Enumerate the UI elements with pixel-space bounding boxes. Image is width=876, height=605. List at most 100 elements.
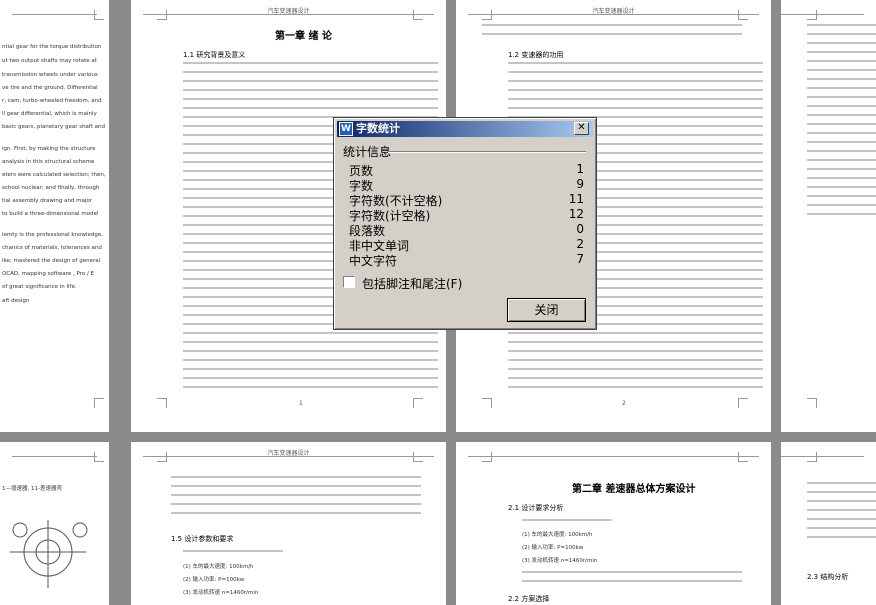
param-line: (3) 发动机转速 n=1460r/min — [183, 590, 259, 596]
abstract-line: ve tire and the ground. Differential — [2, 85, 98, 91]
header-rule — [12, 14, 97, 15]
stat-value: 0 — [576, 222, 584, 236]
margin-corner — [157, 10, 167, 20]
chapter-title: 第二章 差速器总体方案设计 — [572, 484, 696, 495]
page-number: 2 — [622, 400, 626, 407]
abstract-line: to build a three-dimensional model — [2, 211, 99, 217]
stat-value: 7 — [576, 252, 584, 266]
abstract-line: tial assembly drawing and major — [2, 198, 93, 204]
margin-corner — [482, 10, 492, 20]
stat-row-chars-with-spaces: 字符数(计空格) 12 — [349, 207, 584, 223]
abstract-line: lemty is the professional knowledge, — [2, 232, 103, 238]
abstract-line: aft design — [2, 298, 30, 304]
margin-corner — [413, 10, 423, 20]
paragraph-lines — [522, 571, 742, 589]
paragraph-lines — [807, 482, 876, 545]
margin-corner — [482, 452, 492, 462]
section-heading: 1.1 研究背景及意义 — [183, 51, 246, 59]
margin-corner — [738, 452, 748, 462]
margin-corner — [482, 398, 492, 408]
section-heading: 2.2 方案选择 — [508, 595, 550, 603]
section-heading: 2.3 结构分析 — [807, 573, 849, 581]
stat-row-words: 字数 9 — [349, 177, 584, 193]
stat-value: 2 — [576, 237, 584, 251]
param-line: (3) 发动机转速 n=1460r/min — [522, 558, 598, 564]
abstract-line: ntial gear for the torque distribution — [2, 44, 102, 50]
header-rule — [143, 14, 434, 15]
margin-corner — [738, 398, 748, 408]
word-count-dialog: W 字数统计 ✕ 统计信息 页数 1 字数 9 字符数(不计空格) 11 字符数… — [333, 117, 597, 330]
margin-corner — [807, 452, 817, 462]
close-button[interactable]: 关闭 — [507, 298, 586, 322]
include-footnotes-checkbox[interactable] — [343, 276, 355, 288]
stat-row-paragraphs: 段落数 0 — [349, 222, 584, 238]
abstract-line: eters were calculated selection; then, — [2, 172, 106, 178]
header-rule — [143, 456, 434, 457]
paragraph-lines — [522, 519, 612, 528]
close-icon[interactable]: ✕ — [574, 122, 589, 135]
margin-corner — [413, 398, 423, 408]
abstract-line: ut two output shafts may rotate at — [2, 58, 97, 64]
header-rule — [468, 456, 759, 457]
section-heading: 2.1 设计要求分析 — [508, 504, 564, 512]
param-line: (1) 车的最大速度: 100km/h — [183, 564, 254, 570]
paragraph-lines — [183, 550, 283, 559]
margin-corner — [413, 452, 423, 462]
word-app-icon: W — [339, 122, 353, 136]
section-heading: 1.5 设计参数和要求 — [171, 535, 234, 543]
abstract-line: ll gear differential, which is mainly — [2, 111, 97, 117]
group-divider — [388, 151, 586, 153]
document-page: 2.3 结构分析 — [781, 442, 876, 605]
document-page: ntial gear for the torque distribution u… — [0, 0, 109, 432]
document-page — [781, 0, 876, 432]
stat-value: 12 — [568, 207, 584, 221]
page-number: 1 — [299, 400, 303, 407]
header-rule — [781, 456, 864, 457]
stat-value: 9 — [576, 177, 584, 191]
stat-row-pages: 页数 1 — [349, 162, 584, 178]
stat-row-chars-no-spaces: 字符数(不计空格) 11 — [349, 192, 584, 208]
abstract-line: school nuclear; and finally, through — [2, 185, 100, 191]
header-rule — [781, 14, 864, 15]
gear-sketch — [10, 520, 88, 588]
abstract-line: ike; mastered the design of general — [2, 258, 101, 264]
stat-row-chinese-chars: 中文字符 7 — [349, 252, 584, 268]
margin-corner — [738, 10, 748, 20]
margin-corner — [94, 398, 104, 408]
margin-corner — [157, 452, 167, 462]
margin-corner — [94, 452, 104, 462]
header-rule — [12, 456, 97, 457]
abstract-line: OCAD, mapping software , Pro / E — [2, 271, 95, 277]
document-page: 第二章 差速器总体方案设计 2.1 设计要求分析 (1) 车的最大速度: 100… — [456, 442, 771, 605]
include-footnotes-label[interactable]: 包括脚注和尾注(F) — [362, 275, 462, 292]
section-heading: 1.2 变速器的功用 — [508, 51, 564, 59]
paragraph-lines — [807, 24, 876, 222]
stat-value: 1 — [576, 162, 584, 176]
margin-corner — [94, 10, 104, 20]
paragraph-lines — [171, 476, 421, 521]
paragraph-lines — [482, 24, 742, 42]
param-line: (2) 输入功率: P=100kw — [522, 545, 584, 551]
abstract-line: chanics of materials, tolerances and — [2, 245, 102, 251]
figure-caption: 1—增速器, 11-差速器壳 — [2, 486, 62, 492]
abstract-line: ign. First, by making the structure — [2, 146, 96, 152]
abstract-line: analysis in this structural scheme — [2, 159, 95, 165]
margin-corner — [157, 398, 167, 408]
stat-row-non-chinese-words: 非中文单词 2 — [349, 237, 584, 253]
param-line: (1) 车的最大速度: 100km/h — [522, 532, 593, 538]
abstract-line: basic gears, planetary gear shaft and — [2, 124, 106, 130]
header-rule — [468, 14, 759, 15]
chapter-title: 第一章 绪 论 — [275, 31, 332, 42]
dialog-title-bar[interactable]: W 字数统计 ✕ — [337, 121, 593, 137]
abstract-line: transmission wheels under various — [2, 72, 98, 78]
margin-corner — [807, 398, 817, 408]
document-page: 1—增速器, 11-差速器壳 — [0, 442, 109, 605]
dialog-title: 字数统计 — [356, 122, 400, 135]
document-page: 汽车变速器设计 1.5 设计参数和要求 (1) 车的最大速度: 100km/h … — [131, 442, 446, 605]
abstract-line: r, cam, turbo-wheeled freedom, and — [2, 98, 102, 104]
stat-value: 11 — [568, 192, 584, 206]
statistics-group-label: 统计信息 — [343, 145, 392, 159]
abstract-line: of great significance in life. — [2, 284, 77, 290]
stat-label: 中文字符 — [349, 254, 398, 268]
margin-corner — [807, 10, 817, 20]
